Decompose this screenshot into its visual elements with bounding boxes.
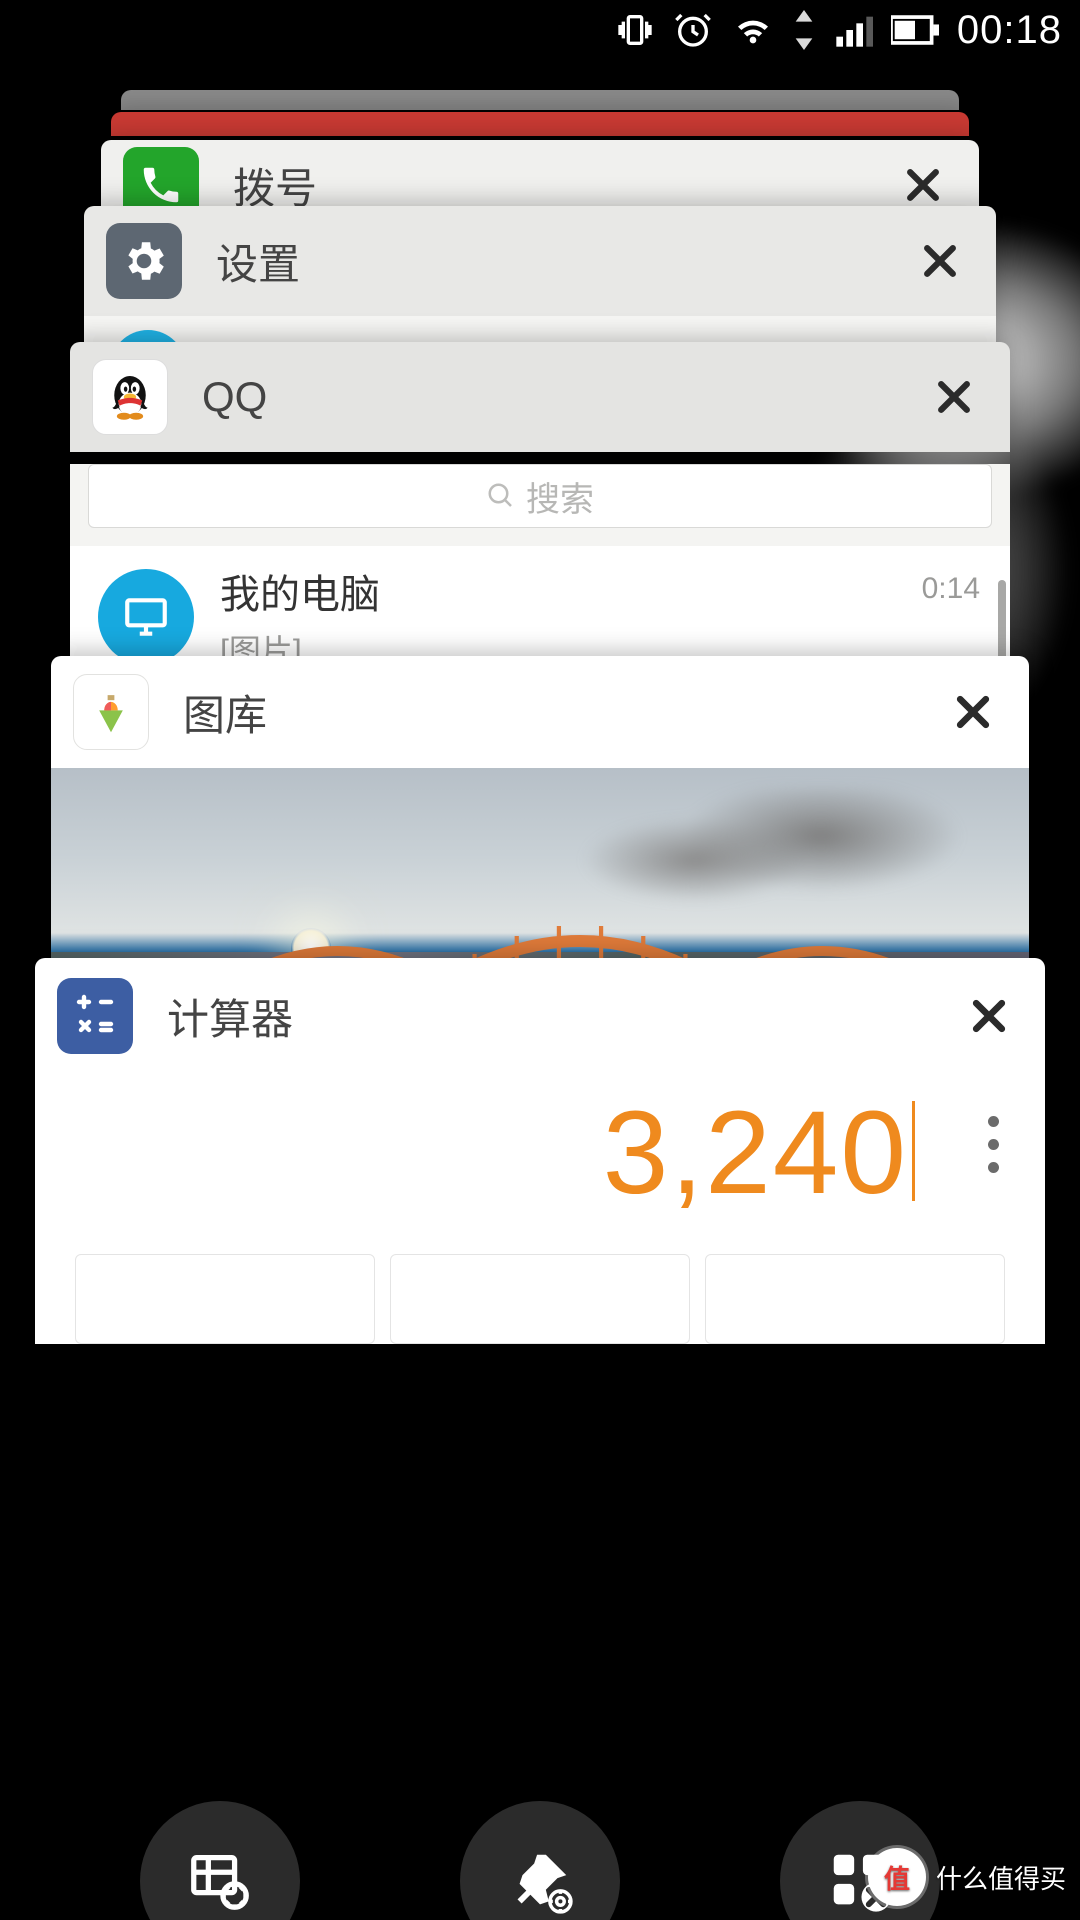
gallery-icon [73,674,149,750]
clock-text: 00:18 [957,8,1062,53]
qq-chat1-time: 0:14 [922,572,980,606]
settings-title: 设置 [216,231,914,292]
gallery-title: 图库 [183,682,947,743]
watermark: 值 什么值得买 [868,1848,1066,1906]
qq-icon [92,359,168,435]
qq-search-placeholder: 搜索 [526,472,594,521]
close-qq-button[interactable] [928,371,980,423]
search-icon [486,481,516,511]
qq-search-input[interactable]: 搜索 [88,464,992,528]
vibrate-icon [615,10,655,50]
recent-apps-stack[interactable]: 拨号 设置 [0,90,1080,1920]
calculator-key[interactable] [705,1254,1005,1344]
qq-chat1-name: 我的电脑 [220,562,982,620]
calculator-title: 计算器 [167,986,963,1047]
signal-icon [833,10,873,50]
calculator-display: 3,240 [65,1092,1015,1216]
recent-card-stub-2[interactable] [111,112,969,136]
monitor-icon [98,569,194,665]
overflow-menu-icon[interactable] [988,1116,999,1173]
close-calculator-button[interactable] [963,990,1015,1042]
recent-card-stub-1[interactable] [121,90,959,110]
calculator-display-value: 3,240 [603,1087,908,1219]
calculator-icon [57,978,133,1054]
calculator-key[interactable] [390,1254,690,1344]
settings-icon [106,223,182,299]
calculator-key[interactable] [75,1254,375,1344]
status-bar: 00:18 [0,0,1080,60]
close-dialer-button[interactable] [897,159,949,211]
watermark-text: 什么值得买 [936,1859,1066,1896]
close-gallery-button[interactable] [947,686,999,738]
battery-icon [891,10,939,50]
alarm-icon [673,10,713,50]
qq-title: QQ [202,373,928,421]
pin-app-button[interactable] [460,1801,620,1920]
manage-apps-button[interactable] [140,1801,300,1920]
close-settings-button[interactable] [914,235,966,287]
recent-card-calculator[interactable]: 计算器 3,240 [35,958,1045,1344]
wifi-icon [731,10,775,50]
data-arrows-icon [793,10,815,50]
watermark-badge: 值 [868,1848,926,1906]
